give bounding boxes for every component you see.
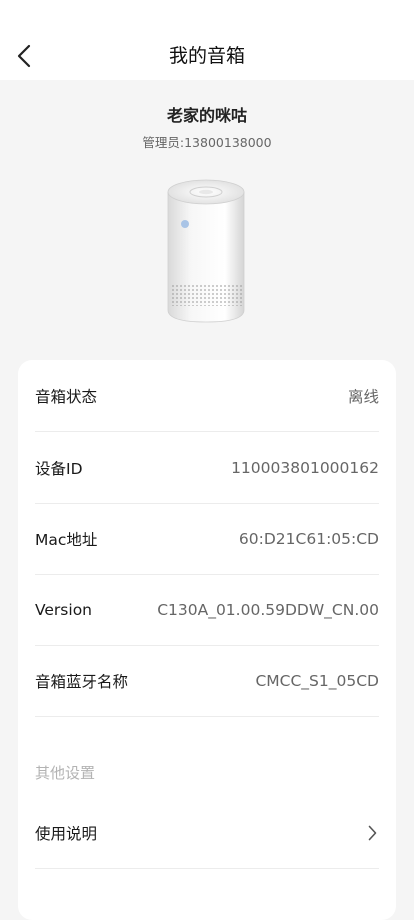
info-row-version: Version C130A_01.00.59DDW_CN.00: [35, 574, 379, 646]
info-value: 离线: [347, 387, 379, 406]
info-label: Version: [35, 600, 92, 619]
menu-item-label: 使用说明: [35, 824, 98, 843]
section-title-other-settings: 其他设置: [35, 764, 96, 782]
info-row-device-id: 设备ID 110003801000162: [35, 432, 379, 504]
menu-item-instructions[interactable]: 使用说明: [35, 797, 379, 869]
admin-phone: 管理员:13800138000: [142, 135, 272, 150]
page-title: 我的音箱: [168, 45, 245, 67]
info-value: 60:D21C61:05:CD: [238, 529, 379, 548]
info-value: C130A_01.00.59DDW_CN.00: [157, 600, 379, 619]
info-label: 音箱状态: [35, 387, 98, 406]
info-value: 110003801000162: [231, 458, 379, 477]
info-label: 设备ID: [35, 459, 83, 478]
info-row-status: 音箱状态 离线: [35, 360, 379, 432]
navigation-bar: 我的音箱: [0, 0, 414, 80]
device-info-card: 音箱状态 离线 设备ID 110003801000162 Mac地址 60:D2…: [18, 360, 396, 920]
info-row-mac: Mac地址 60:D21C61:05:CD: [35, 503, 379, 575]
device-name: 老家的咪咕: [166, 106, 247, 125]
info-label: 音箱蓝牙名称: [35, 672, 129, 691]
info-label: Mac地址: [35, 530, 98, 549]
speaker-image: [167, 179, 245, 323]
chevron-right-icon: [365, 825, 379, 840]
info-value: CMCC_S1_05CD: [255, 671, 379, 690]
info-row-bluetooth-name: 音箱蓝牙名称 CMCC_S1_05CD: [35, 645, 379, 717]
